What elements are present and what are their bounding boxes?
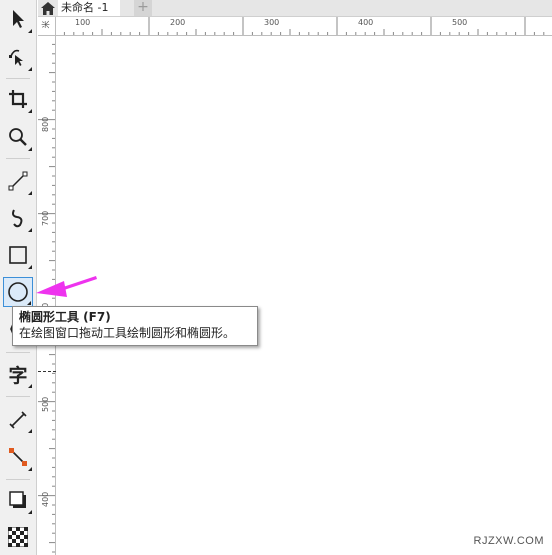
drawing-canvas[interactable] [56,36,552,555]
line-icon [8,171,28,191]
artistic-media-tool[interactable] [3,203,33,233]
ruler-label: 300 [264,18,280,27]
checkerboard-icon [8,527,28,547]
add-tab-button[interactable]: + [134,0,152,16]
flyout-indicator [28,429,32,433]
horizontal-ruler-ticks [54,17,545,35]
home-icon [41,1,55,15]
text-tool[interactable]: 字 [3,359,33,389]
tooltip-title: 椭圆形工具 (F7) [19,310,111,324]
ellipse-tool[interactable] [3,277,33,307]
flyout-indicator [28,147,32,151]
shape-tool[interactable] [3,42,33,72]
shape-node-icon [9,49,23,66]
flyout-indicator [27,301,31,305]
ruler-label: 800 [41,116,50,132]
ruler-label: 700 [41,210,50,226]
toolbox: 字 [0,0,37,555]
rectangle-icon [9,246,27,264]
dimension-tool[interactable] [3,404,33,434]
vertical-ruler-ticks [38,35,55,553]
flyout-indicator [28,228,32,232]
magnifier-icon [9,128,27,146]
flyout-indicator [28,467,32,471]
transparency-tool[interactable] [3,522,33,552]
ruler-label: 400 [41,491,50,507]
flyout-indicator [28,265,32,269]
pick-tool[interactable] [3,4,33,34]
circle-icon [8,282,28,302]
separator [6,158,30,159]
curve-icon [12,209,23,228]
separator [6,396,30,397]
flyout-indicator [28,109,32,113]
document-tab-bar: 未命名 -1 + [38,0,552,17]
dimension-icon [9,411,27,429]
horizontal-ruler[interactable]: 100 200 300 400 500 [38,17,552,36]
connector-icon [9,448,27,466]
cursor-arrow-icon [13,10,24,28]
flyout-indicator [28,384,32,388]
rectangle-tool[interactable] [3,240,33,270]
flyout-indicator [28,29,32,33]
crop-tool[interactable] [3,84,33,114]
shadow-icon [9,491,26,508]
separator [6,352,30,353]
crop-icon [9,90,27,108]
ruler-unit-label: 米 [41,20,51,29]
text-icon: 字 [8,364,28,387]
ruler-label: 200 [170,18,186,27]
freehand-tool[interactable] [3,166,33,196]
ruler-position-marker [38,371,56,372]
watermark: RJZXW.COM [473,535,544,547]
zoom-tool[interactable] [3,122,33,152]
document-tab[interactable]: 未命名 -1 [58,0,121,16]
home-button[interactable] [40,0,56,16]
ruler-origin[interactable]: 米 [38,17,56,36]
drop-shadow-tool[interactable] [3,485,33,515]
separator [6,479,30,480]
ruler-label: 500 [41,396,50,412]
separator [6,78,30,79]
ruler-label: 100 [75,18,91,27]
vertical-ruler[interactable]: 800 700 600 500 400 [38,35,56,555]
tool-tooltip: 椭圆形工具 (F7) 在绘图窗口拖动工具绘制圆形和椭圆形。 [12,306,258,346]
flyout-indicator [28,510,32,514]
ruler-label: 400 [358,18,374,27]
connector-tool[interactable] [3,442,33,472]
ruler-label: 500 [452,18,468,27]
flyout-indicator [28,191,32,195]
tooltip-description: 在绘图窗口拖动工具绘制圆形和椭圆形。 [19,326,236,340]
flyout-indicator [28,67,32,71]
